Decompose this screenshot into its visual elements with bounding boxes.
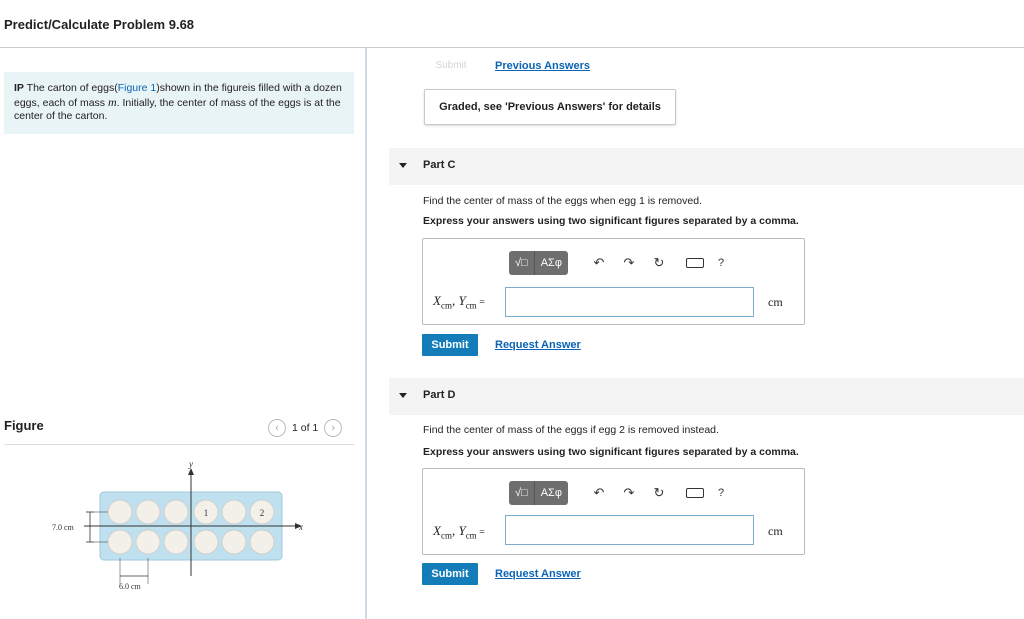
part-c-submit-button[interactable]: Submit (422, 334, 478, 356)
graded-notice: Graded, see 'Previous Answers' for detai… (424, 89, 676, 125)
part-c-request-answer-link[interactable]: Request Answer (495, 339, 581, 351)
templates-button[interactable]: √□ (509, 481, 535, 505)
math-toolbar: √□ ΑΣφ ↶ ↷ ↻ ? (509, 251, 724, 275)
toolbar-button-group: √□ ΑΣφ (509, 481, 568, 505)
intro-text-1: The carton of eggs( (23, 82, 118, 94)
keyboard-icon[interactable] (685, 258, 704, 268)
y-axis-arrow (188, 468, 194, 475)
undo-icon[interactable]: ↶ (584, 485, 614, 501)
egg (221, 529, 247, 555)
egg (163, 499, 189, 525)
previous-answers-link[interactable]: Previous Answers (495, 60, 590, 72)
egg (221, 499, 247, 525)
redo-icon[interactable]: ↷ (614, 485, 644, 501)
figure-heading: Figure (4, 418, 44, 433)
part-c-header[interactable]: Part C (389, 148, 1024, 185)
part-d-answer-box: √□ ΑΣφ ↶ ↷ ↻ ? Xcm, Ycm = cm (422, 468, 805, 555)
part-d-label: Part D (423, 389, 456, 401)
undo-icon[interactable]: ↶ (584, 255, 614, 271)
figure-divider (4, 444, 354, 445)
part-c-label: Part C (423, 159, 456, 171)
mass-symbol: m (107, 94, 117, 109)
keyboard-icon[interactable] (685, 488, 704, 498)
egg-2-label: 2 (260, 508, 265, 518)
column-divider (365, 48, 367, 619)
redo-icon[interactable]: ↷ (614, 255, 644, 271)
height-label: 7.0 cm (52, 523, 75, 532)
part-c-answer-input[interactable] (505, 287, 754, 317)
x-axis-label: x (298, 522, 303, 532)
egg (249, 529, 275, 555)
symbols-button[interactable]: ΑΣφ (535, 481, 568, 505)
help-icon[interactable]: ? (718, 257, 724, 269)
reset-icon[interactable]: ↻ (644, 255, 674, 271)
header-divider (0, 47, 1024, 48)
part-d-equation-label: Xcm, Ycm = (433, 523, 485, 541)
part-c-equation-label: Xcm, Ycm = (433, 293, 485, 311)
page-title: Predict/Calculate Problem 9.68 (4, 17, 195, 32)
reset-icon[interactable]: ↻ (644, 485, 674, 501)
figure-link[interactable]: Figure 1 (118, 82, 157, 94)
chevron-right-icon[interactable]: › (324, 419, 343, 437)
part-d-unit: cm (768, 524, 783, 538)
egg (107, 529, 133, 555)
math-toolbar: √□ ΑΣφ ↶ ↷ ↻ ? (509, 481, 724, 505)
part-c-unit: cm (768, 295, 783, 309)
collapse-triangle-icon (399, 393, 407, 398)
egg (135, 529, 161, 555)
collapse-triangle-icon (399, 163, 407, 168)
pager-text: 1 of 1 (292, 422, 319, 434)
part-d-header[interactable]: Part D (389, 378, 1024, 415)
intro-prefix: IP (14, 82, 24, 94)
egg (107, 499, 133, 525)
figure-pager: ‹ 1 of 1 › (268, 419, 343, 437)
templates-button[interactable]: √□ (509, 251, 535, 275)
symbols-button[interactable]: ΑΣφ (535, 251, 568, 275)
egg (135, 499, 161, 525)
part-d-question: Find the center of mass of the eggs if e… (423, 424, 719, 436)
width-label: 6.0 cm (119, 582, 142, 591)
help-icon[interactable]: ? (718, 487, 724, 499)
part-c-answer-box: √□ ΑΣφ ↶ ↷ ↻ ? Xcm, Ycm = cm (422, 238, 805, 325)
problem-intro: IP The carton of eggs(Figure 1)shown in … (4, 72, 354, 134)
chevron-left-icon[interactable]: ‹ (268, 419, 286, 437)
egg-1-label: 1 (204, 508, 209, 518)
toolbar-button-group: √□ ΑΣφ (509, 251, 568, 275)
part-c-instruction: Express your answers using two significa… (423, 215, 799, 227)
egg (193, 529, 219, 555)
egg-carton-figure: 1 2 y x 7.0 cm 6.0 cm (52, 459, 303, 591)
egg (163, 529, 189, 555)
disabled-submit-button[interactable]: Submit (424, 56, 478, 76)
part-d-instruction: Express your answers using two significa… (423, 446, 799, 458)
part-d-answer-input[interactable] (505, 515, 754, 545)
part-d-request-answer-link[interactable]: Request Answer (495, 568, 581, 580)
y-axis-label: y (188, 459, 193, 469)
part-c-question: Find the center of mass of the eggs when… (423, 195, 702, 207)
part-d-submit-button[interactable]: Submit (422, 563, 478, 585)
